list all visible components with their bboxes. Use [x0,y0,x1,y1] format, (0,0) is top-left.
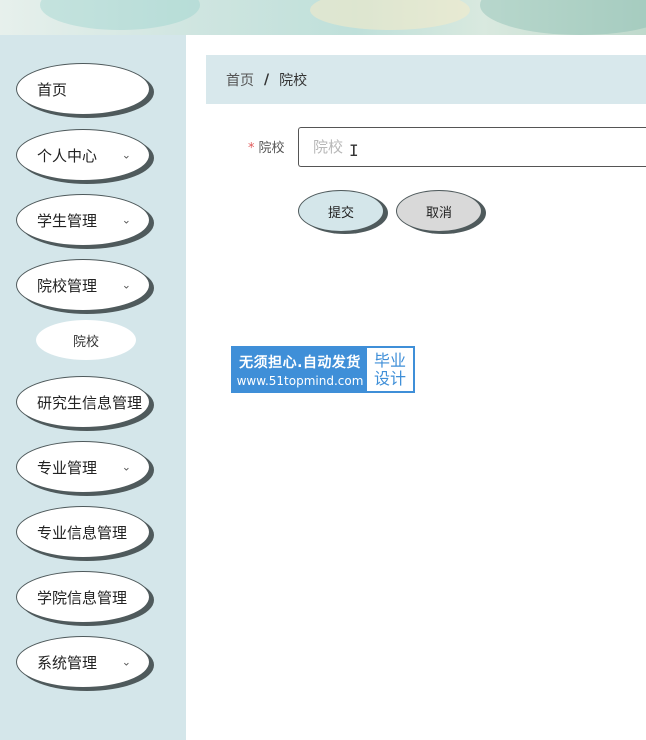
chevron-down-icon: ⌄ [121,460,131,474]
sidebar-item-label: 研究生信息管理 [37,393,143,412]
school-field-label: * 院校 [248,137,285,156]
sidebar-item-school-management[interactable]: 院校管理 ⌄ [16,259,150,311]
submit-button[interactable]: 提交 [298,190,384,232]
sidebar-item-label: 学院信息管理 [37,588,128,607]
breadcrumb-current: 院校 [279,72,308,89]
submit-button-label: 提交 [327,205,354,221]
chevron-down-icon: ⌄ [121,278,131,292]
sidebar-item-label: 个人中心 [37,146,98,165]
sidebar-item-student-management[interactable]: 学生管理 ⌄ [16,194,150,246]
sidebar-item-major-management[interactable]: 专业管理 ⌄ [16,441,150,493]
sidebar-item-college-info-management[interactable]: 学院信息管理 [16,571,150,623]
sidebar-item-label: 院校管理 [37,276,98,295]
breadcrumb-home-link[interactable]: 首页 [226,70,254,90]
sidebar-item-graduate-info-management[interactable]: 研究生信息管理 [16,376,150,428]
sidebar-item-label: 专业管理 [37,458,98,477]
sidebar-item-major-info-management[interactable]: 专业信息管理 [16,506,150,558]
sidebar-item-label: 系统管理 [37,653,98,672]
top-banner-image [0,0,646,35]
watermark-url: www.51topmind.com [236,373,364,388]
sidebar-item-personal-center[interactable]: 个人中心 ⌄ [16,129,150,181]
breadcrumb: 首页 / 院校 [206,55,646,104]
chevron-down-icon: ⌄ [121,655,131,669]
watermark-tag-bottom: 设计 [373,368,406,388]
sidebar-item-label: 学生管理 [37,211,98,230]
required-mark: * [248,141,255,156]
sidebar-subitem-label: 院校 [72,334,99,350]
chevron-down-icon: ⌄ [121,148,131,162]
sidebar: 首页 个人中心 ⌄ 学生管理 ⌄ 院校管理 ⌄ 院校 研究生信息管理 专业管理 … [0,35,186,740]
sidebar-item-system-management[interactable]: 系统管理 ⌄ [16,636,150,688]
cancel-button[interactable]: 取消 [396,190,482,232]
school-field-label-text: 院校 [258,141,285,156]
sidebar-item-home[interactable]: 首页 [16,63,150,115]
watermark-logo: 无须担心.自动发货 www.51topmind.com 毕业 设计 [231,346,415,393]
sidebar-item-label: 首页 [37,80,68,99]
watermark-tag-top: 毕业 [373,350,406,370]
watermark-slogan: 无须担心.自动发货 [239,354,361,371]
breadcrumb-separator: / [264,71,270,88]
text-cursor-icon: I [349,141,359,160]
chevron-down-icon: ⌄ [121,213,131,227]
sidebar-subitem-school[interactable]: 院校 [36,320,136,360]
cancel-button-label: 取消 [425,205,452,221]
sidebar-item-label: 专业信息管理 [37,523,128,542]
